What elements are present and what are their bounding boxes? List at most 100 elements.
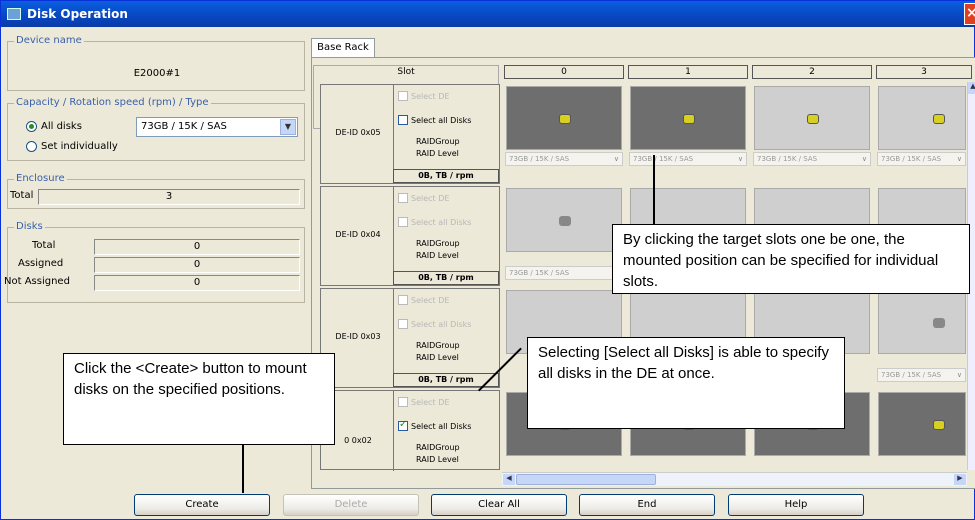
size-select-0x05-0[interactable]: 73GB / 15K / SAS <box>505 152 623 166</box>
select-de-checkbox[interactable]: Select DE <box>398 193 449 203</box>
raid-level-label: RAID Level <box>416 353 459 362</box>
checkbox-checked-icon[interactable] <box>398 419 408 431</box>
de-row-0x02: 0 0x02 Select DE Select all Disks RAIDGr… <box>320 390 500 471</box>
slot-0x05-1[interactable] <box>630 86 746 150</box>
close-icon[interactable] <box>964 3 975 25</box>
scroll-right-icon[interactable]: ▶ <box>954 474 966 485</box>
set-individually-radio[interactable]: Set individually <box>26 141 118 152</box>
column-header-3: 3 <box>876 65 972 79</box>
de-label: DE-ID 0x03 <box>335 332 381 341</box>
disk-icon <box>683 114 695 124</box>
checkbox-icon[interactable] <box>398 397 408 407</box>
raid-group-label: RAIDGroup <box>416 239 460 248</box>
disks-not-assigned-label: Not Assigned <box>4 276 70 287</box>
column-header-0: 0 <box>504 65 624 79</box>
checkbox-icon[interactable] <box>398 193 408 203</box>
callout-slots: By clicking the target slots one be one,… <box>612 224 970 294</box>
select-all-disks-label: Select all Disks <box>411 115 472 125</box>
chevron-down-icon[interactable]: ▼ <box>280 119 296 135</box>
device-name-group: Device name E2000#1 <box>7 35 305 91</box>
horizontal-scrollbar[interactable]: ◀ ▶ <box>502 472 967 486</box>
enclosure-group: Enclosure Total 3 <box>7 173 305 209</box>
select-de-label: Select DE <box>411 193 450 203</box>
column-header-2: 2 <box>752 65 872 79</box>
callout-create: Click the <Create> button to mount disks… <box>63 353 335 445</box>
scroll-thumb[interactable] <box>516 474 656 485</box>
select-de-label: Select DE <box>411 397 450 407</box>
capacity-line: 0B, TB / rpm <box>393 271 499 285</box>
disk-icon <box>933 318 945 328</box>
delete-button[interactable]: Delete <box>283 494 419 516</box>
slot-0x04-0[interactable] <box>506 188 622 252</box>
help-button[interactable]: Help <box>728 494 864 516</box>
slot-0x05-0[interactable] <box>506 86 622 150</box>
clear-all-button[interactable]: Clear All <box>431 494 567 516</box>
de-checkbox-panel: Select DE Select all Disks RAIDGroup RAI… <box>393 289 499 373</box>
select-de-checkbox[interactable]: Select DE <box>398 397 449 407</box>
de-label: DE-ID 0x04 <box>335 230 381 239</box>
capacity-select[interactable]: 73GB / 15K / SAS ▼ <box>136 117 298 137</box>
size-select-0x05-3[interactable]: 73GB / 15K / SAS <box>877 152 966 166</box>
checkbox-icon[interactable] <box>398 319 408 329</box>
de-row-0x04: DE-ID 0x04 Select DE Select all Disks RA… <box>320 186 500 286</box>
raid-level-label: RAID Level <box>416 149 459 158</box>
select-all-disks-checkbox[interactable]: Select all Disks <box>398 319 471 329</box>
size-select-0x05-2[interactable]: 73GB / 15K / SAS <box>753 152 871 166</box>
slot-0x05-3[interactable] <box>878 86 966 150</box>
disks-total-label: Total <box>32 240 56 251</box>
scroll-left-icon[interactable]: ◀ <box>503 474 515 485</box>
slot-0x02-3[interactable] <box>878 392 966 456</box>
de-checkbox-panel: Select DE Select all Disks RAIDGroup RAI… <box>393 187 499 271</box>
checkbox-icon[interactable] <box>398 91 408 101</box>
disk-icon <box>933 420 945 430</box>
radio-unselected-icon[interactable] <box>26 141 37 152</box>
checkbox-icon[interactable] <box>398 115 408 125</box>
capacity-select-value: 73GB / 15K / SAS <box>141 121 227 132</box>
select-de-checkbox[interactable]: Select DE <box>398 91 449 101</box>
de-row-0x05: DE-ID 0x05 Select DE Select all Disks RA… <box>320 84 500 184</box>
checkbox-icon[interactable] <box>398 295 408 305</box>
end-button[interactable]: End <box>579 494 715 516</box>
select-all-disks-checkbox[interactable]: Select all Disks <box>398 419 472 431</box>
create-button[interactable]: Create <box>134 494 270 516</box>
de-label: DE-ID 0x05 <box>335 128 381 137</box>
size-select-0x03-3[interactable]: 73GB / 15K / SAS <box>877 368 966 382</box>
de-row-0x03: DE-ID 0x03 Select DE Select all Disks RA… <box>320 288 500 388</box>
capacity-legend: Capacity / Rotation speed (rpm) / Type <box>14 97 211 108</box>
raid-level-label: RAID Level <box>416 455 459 464</box>
scroll-up-icon[interactable]: ▲ <box>968 82 975 94</box>
disk-icon <box>807 114 819 124</box>
window-title: Disk Operation <box>27 7 128 21</box>
device-name-legend: Device name <box>14 35 84 46</box>
column-header-1: 1 <box>628 65 748 79</box>
select-all-disks-label: Select all Disks <box>411 421 472 431</box>
tab-base-rack[interactable]: Base Rack <box>311 38 375 57</box>
enclosure-total-field: 3 <box>38 189 300 205</box>
disks-group: Disks Total 0 Assigned 0 Not Assigned 0 <box>4 221 305 303</box>
select-de-label: Select DE <box>411 295 450 305</box>
disk-icon <box>933 114 945 124</box>
slot-0x05-2[interactable] <box>754 86 870 150</box>
select-de-checkbox[interactable]: Select DE <box>398 295 449 305</box>
select-all-disks-checkbox[interactable]: Select all Disks <box>398 115 471 125</box>
raid-group-label: RAIDGroup <box>416 443 460 452</box>
select-all-disks-checkbox[interactable]: Select all Disks <box>398 217 471 227</box>
size-select-0x05-1[interactable]: 73GB / 15K / SAS <box>629 152 747 166</box>
size-select-0x04-0[interactable]: 73GB / 15K / SAS <box>505 266 623 280</box>
title-bar[interactable]: Disk Operation <box>1 1 975 27</box>
de-checkbox-panel: Select DE Select all Disks RAIDGroup RAI… <box>393 85 499 169</box>
raid-group-label: RAIDGroup <box>416 341 460 350</box>
disks-not-assigned-field: 0 <box>94 275 300 291</box>
disks-assigned-label: Assigned <box>18 258 64 269</box>
select-all-disks-label: Select all Disks <box>411 319 472 329</box>
slot-0x03-3[interactable] <box>878 290 966 354</box>
radio-selected-icon[interactable] <box>26 121 37 132</box>
all-disks-radio[interactable]: All disks <box>26 121 82 132</box>
disks-assigned-field: 0 <box>94 257 300 273</box>
de-checkbox-panel: Select DE Select all Disks RAIDGroup RAI… <box>393 391 499 471</box>
callout-leader-create <box>242 443 244 493</box>
all-disks-label: All disks <box>41 121 82 132</box>
disks-legend: Disks <box>14 221 45 232</box>
raid-group-label: RAIDGroup <box>416 137 460 146</box>
checkbox-icon[interactable] <box>398 217 408 227</box>
